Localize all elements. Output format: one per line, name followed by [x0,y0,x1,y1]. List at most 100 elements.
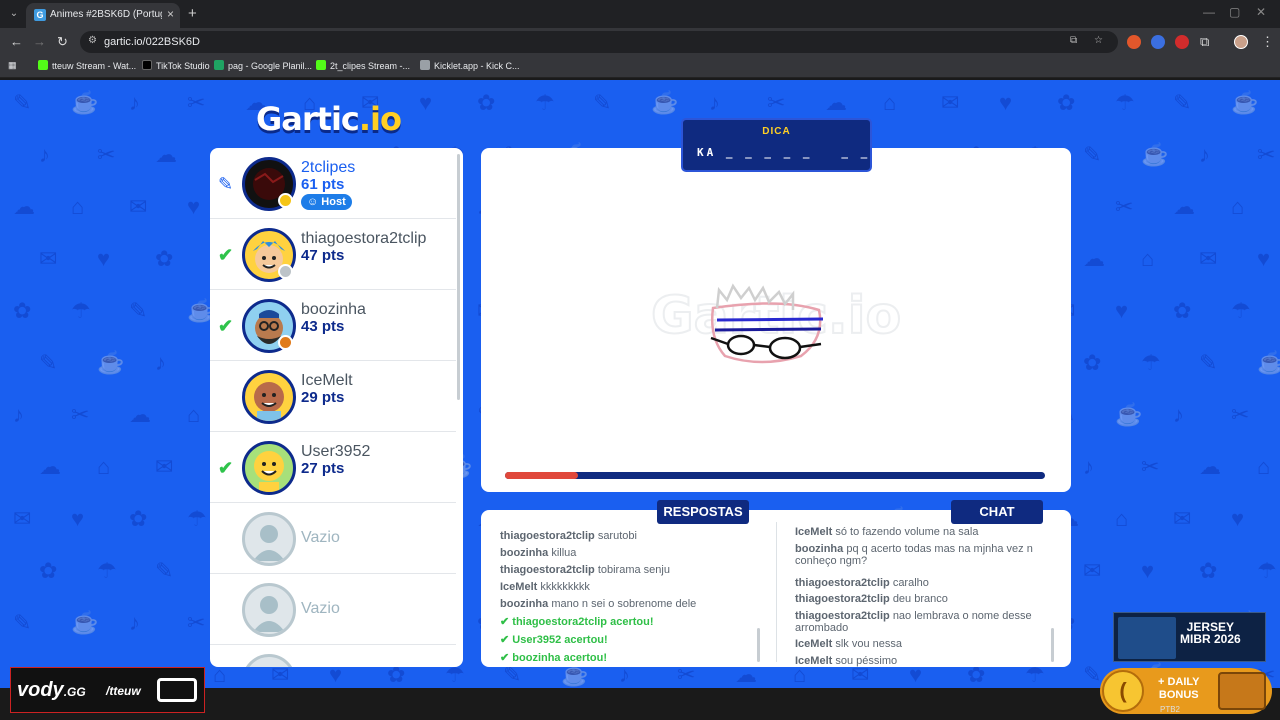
close-window-icon[interactable]: ✕ [1256,5,1266,19]
maximize-icon[interactable]: ▢ [1229,5,1240,19]
doodle-icon: ✎ [129,298,148,323]
tab-search-icon[interactable]: ⌄ [6,6,22,22]
doodle-icon: ✉ [129,194,148,219]
extensions-puzzle-icon[interactable]: ⧉ [1200,34,1209,50]
minimize-icon[interactable]: — [1203,5,1215,19]
crown-icon: ☺ [307,196,322,208]
reload-icon[interactable]: ↻ [57,34,68,50]
player-row: IceMelt 29 pts [210,361,456,432]
message-text: sarutobi [597,530,637,542]
chat-tab[interactable]: CHAT [951,500,1043,524]
message-text: slk vou nessa [835,638,903,650]
bookmark-item[interactable]: Kicklet.app - Kick C... [420,60,520,71]
bookmark-item[interactable]: tteuw Stream - Wat... [38,60,136,71]
message-text: sou péssimo [835,655,898,667]
chat-message: IceMelt só to fazendo volume na sala [795,526,1057,538]
doodle-icon: ♥ [1115,298,1129,323]
bookmark-star-icon[interactable]: ☆ [1094,35,1103,46]
tab-close-icon[interactable]: × [167,7,174,21]
chat-scrollbar[interactable] [1051,628,1054,662]
doodle-icon: ✂ [71,402,90,427]
doodle-icon: ☕ [651,90,679,115]
message-text: kkkkkkkkk [540,581,590,593]
site-info-icon[interactable]: ⚙ [88,35,97,46]
message-user: IceMelt [795,655,833,667]
message-user: boozinha [500,598,549,610]
player-row-empty: Vazio [210,503,456,574]
player-row-empty: Vazio [210,574,456,645]
url-field[interactable]: ⚙ gartic.io/022BSK6D ⧉ ☆ [80,31,1118,53]
avatar [242,441,296,495]
doodle-icon: ♥ [71,506,85,531]
message-text: killua [551,547,577,559]
profile-avatar-icon[interactable] [1234,35,1248,49]
doodle-icon: ✎ [155,558,174,583]
extension-icon[interactable] [1127,35,1141,49]
doodle-icon: ⌂ [883,90,897,115]
doodle-icon: ♪ [1083,454,1094,479]
doodle-icon: ⌂ [71,194,85,219]
bookmark-item[interactable]: TikTok Studio [142,60,210,71]
browser-tab-active[interactable]: G Animes #2BSK6D (Português) - × [26,3,180,28]
forward-icon[interactable]: → [33,34,46,49]
bookmark-item[interactable]: pag - Google Planil... [214,60,312,71]
doodle-icon: ✂ [1115,194,1134,219]
check-icon: ✔ [218,245,234,265]
address-bar: ← → ↻ ⚙ gartic.io/022BSK6D ⧉ ☆ ⧉ ⋮ [0,28,1280,56]
doodle-icon: ☂ [1115,90,1135,115]
answers-scrollbar[interactable] [757,628,760,662]
check-icon: ✔ [500,616,513,628]
doodle-icon: ☁ [1083,246,1105,271]
player-points: 47 pts [301,247,345,264]
empty-avatar-icon [242,654,296,667]
panel-divider [776,522,777,662]
doodle-icon: ☂ [1141,350,1161,375]
doodle-icon: ✎ [1083,142,1102,167]
extension-icon[interactable] [1175,35,1189,49]
doodle-icon: ☂ [1231,298,1251,323]
message-user: boozinha [512,652,561,664]
chat-message: thiagoestora2tclip nao lembrava o nome d… [795,610,1057,634]
doodle-icon: ♪ [1199,142,1210,167]
doodle-icon: ☂ [97,558,117,583]
doodle-icon: ✂ [1257,142,1276,167]
kick-icon [316,60,326,70]
new-tab-icon[interactable]: + [188,5,197,22]
doodle-icon: ✎ [1173,90,1192,115]
chest-icon [1218,672,1266,710]
browser-tab-bar: ⌄ G Animes #2BSK6D (Português) - × + — ▢… [0,0,1280,28]
bookmark-item[interactable]: 2t_clipes Stream -... [316,60,410,71]
apps-grid-icon[interactable]: ▦ [8,60,17,71]
menu-kebab-icon[interactable]: ⋮ [1261,34,1274,50]
answers-tab[interactable]: RESPOSTAS [657,500,749,524]
answer-message: ✔ thiagoestora2tclip acertou! [500,615,654,628]
back-icon[interactable]: ← [10,34,23,49]
players-scrollbar[interactable] [457,154,460,400]
chat-message: thiagoestora2tclip caralho [795,577,1057,589]
doodle-icon: ✿ [1173,298,1192,323]
install-app-icon[interactable]: ⧉ [1070,35,1077,46]
doodle-icon: ♪ [155,350,166,375]
message-text: acertou! [564,634,608,646]
doodle-icon: ☁ [825,90,847,115]
message-text: só to fazendo volume na sala [835,526,979,538]
vody-logo-icon [157,678,197,702]
url-text: gartic.io/022BSK6D [104,36,200,48]
check-icon: ✔ [218,316,234,336]
message-user: thiagoestora2tclip [500,564,595,576]
player-photo [1118,617,1176,659]
extension-icon[interactable] [1151,35,1165,49]
timer-fill [505,472,578,479]
message-text: acertou! [563,652,608,664]
doodle-icon: ♥ [999,90,1013,115]
player-name: User3952 [301,443,371,460]
doodle-icon: ✉ [1173,506,1192,531]
host-badge: ☺ Host [301,194,352,210]
message-user: thiagoestora2tclip [512,616,608,628]
gartic-favicon-icon: G [34,9,46,21]
hint-label: DICA [762,126,791,137]
status-dot [278,264,293,279]
message-text: tobirama senju [597,564,670,576]
hint-box: DICA KA _ _ _ _ _ _ _ _ _ _ U _ I [681,118,983,172]
daily-bonus-button[interactable]: ( + DAILY BONUS [1100,668,1272,714]
